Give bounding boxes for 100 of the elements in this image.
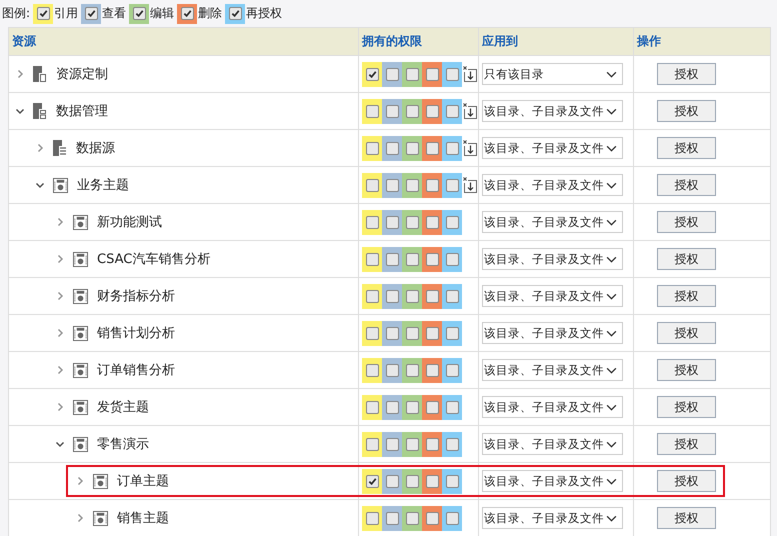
apply-down-icon[interactable] xyxy=(463,177,477,193)
caret-icon[interactable] xyxy=(606,366,617,374)
permission-checkbox[interactable] xyxy=(406,400,418,414)
permission-checkbox[interactable] xyxy=(366,216,378,228)
grant-button[interactable]: 授权 xyxy=(657,470,716,492)
permission-checkbox[interactable] xyxy=(406,142,418,154)
permission-checkbox[interactable] xyxy=(446,400,458,414)
grant-button[interactable]: 授权 xyxy=(657,396,716,418)
permission-checkbox[interactable] xyxy=(386,290,398,302)
permission-checkbox[interactable] xyxy=(366,290,378,302)
caret-icon[interactable] xyxy=(606,144,617,152)
caret-icon[interactable] xyxy=(606,292,617,300)
permission-checkbox[interactable] xyxy=(426,400,438,414)
permission-checkbox[interactable] xyxy=(426,438,438,450)
permission-checkbox[interactable] xyxy=(406,364,418,376)
apply-to-dropdown[interactable]: 该目录、子目录及文件 xyxy=(482,100,623,122)
permission-checkbox[interactable] xyxy=(426,474,438,488)
apply-to-dropdown[interactable]: 该目录、子目录及文件 xyxy=(482,174,623,196)
permission-checkbox[interactable] xyxy=(426,364,438,376)
permission-checkbox[interactable] xyxy=(366,142,378,154)
chevron-icon[interactable] xyxy=(35,180,45,190)
permission-checkbox[interactable] xyxy=(426,142,438,154)
permission-checkbox[interactable] xyxy=(406,178,418,192)
chevron-icon[interactable] xyxy=(15,106,25,116)
permission-checkbox[interactable] xyxy=(366,68,378,80)
permission-checkbox[interactable] xyxy=(366,400,378,414)
permission-checkbox[interactable] xyxy=(406,68,418,80)
permission-checkbox[interactable] xyxy=(446,326,458,340)
caret-icon[interactable] xyxy=(606,182,617,188)
permission-checkbox[interactable] xyxy=(406,326,418,340)
permission-checkbox[interactable] xyxy=(366,438,378,450)
permission-checkbox[interactable] xyxy=(426,326,438,340)
permission-checkbox[interactable] xyxy=(406,252,418,266)
grant-button[interactable]: 授权 xyxy=(657,285,716,307)
caret-icon[interactable] xyxy=(606,218,617,226)
permission-checkbox[interactable] xyxy=(386,178,398,192)
grant-button[interactable]: 授权 xyxy=(657,507,716,529)
caret-icon[interactable] xyxy=(606,514,617,522)
permission-checkbox[interactable] xyxy=(386,512,398,524)
apply-to-dropdown[interactable]: 该目录、子目录及文件 xyxy=(482,285,623,307)
apply-to-dropdown[interactable]: 该目录、子目录及文件 xyxy=(482,322,623,344)
apply-to-dropdown[interactable]: 该目录、子目录及文件 xyxy=(482,433,623,455)
permission-checkbox[interactable] xyxy=(366,326,378,340)
permission-checkbox[interactable] xyxy=(366,104,378,118)
permission-checkbox[interactable] xyxy=(386,104,398,118)
permission-checkbox[interactable] xyxy=(426,104,438,118)
permission-checkbox[interactable] xyxy=(366,512,378,524)
apply-to-dropdown[interactable]: 该目录、子目录及文件 xyxy=(482,248,623,270)
permission-checkbox[interactable] xyxy=(406,474,418,488)
permission-checkbox[interactable] xyxy=(426,290,438,302)
permission-checkbox[interactable] xyxy=(446,438,458,450)
permission-checkbox[interactable] xyxy=(426,178,438,192)
permission-checkbox[interactable] xyxy=(426,216,438,228)
permission-checkbox[interactable] xyxy=(366,252,378,266)
grant-button[interactable]: 授权 xyxy=(657,63,716,85)
permission-checkbox[interactable] xyxy=(406,512,418,524)
permission-checkbox[interactable] xyxy=(446,104,458,118)
apply-to-dropdown[interactable]: 该目录、子目录及文件 xyxy=(482,507,623,529)
apply-to-dropdown[interactable]: 该目录、子目录及文件 xyxy=(482,211,623,233)
grant-button[interactable]: 授权 xyxy=(657,174,716,196)
permission-checkbox[interactable] xyxy=(426,68,438,80)
permission-checkbox[interactable] xyxy=(446,512,458,524)
grant-button[interactable]: 授权 xyxy=(657,359,716,381)
permission-checkbox[interactable] xyxy=(446,216,458,228)
caret-icon[interactable] xyxy=(606,404,617,410)
caret-icon[interactable] xyxy=(606,440,617,448)
permission-checkbox[interactable] xyxy=(446,68,458,80)
apply-down-icon[interactable] xyxy=(463,66,477,82)
permission-checkbox[interactable] xyxy=(426,512,438,524)
permission-checkbox[interactable] xyxy=(386,68,398,80)
permission-checkbox[interactable] xyxy=(386,438,398,450)
apply-down-icon[interactable] xyxy=(463,140,477,156)
caret-icon[interactable] xyxy=(606,108,617,114)
caret-icon[interactable] xyxy=(606,70,617,78)
apply-to-dropdown[interactable]: 该目录、子目录及文件 xyxy=(482,359,623,381)
permission-checkbox[interactable] xyxy=(446,252,458,266)
permission-checkbox[interactable] xyxy=(386,216,398,228)
permission-checkbox[interactable] xyxy=(406,438,418,450)
permission-checkbox[interactable] xyxy=(366,178,378,192)
permission-checkbox[interactable] xyxy=(406,290,418,302)
apply-to-dropdown[interactable]: 该目录、子目录及文件 xyxy=(482,137,623,159)
permission-checkbox[interactable] xyxy=(386,326,398,340)
apply-to-dropdown[interactable]: 只有该目录 xyxy=(482,63,623,85)
chevron-icon[interactable] xyxy=(55,439,65,449)
apply-down-icon[interactable] xyxy=(463,103,477,119)
grant-button[interactable]: 授权 xyxy=(657,433,716,455)
caret-icon[interactable] xyxy=(606,478,617,484)
permission-checkbox[interactable] xyxy=(446,142,458,154)
permission-checkbox[interactable] xyxy=(446,178,458,192)
permission-checkbox[interactable] xyxy=(426,252,438,266)
permission-checkbox[interactable] xyxy=(386,142,398,154)
permission-checkbox[interactable] xyxy=(446,290,458,302)
apply-to-dropdown[interactable]: 该目录、子目录及文件 xyxy=(482,396,623,418)
grant-button[interactable]: 授权 xyxy=(657,100,716,122)
permission-checkbox[interactable] xyxy=(386,474,398,488)
permission-checkbox[interactable] xyxy=(446,364,458,376)
permission-checkbox[interactable] xyxy=(386,364,398,376)
permission-checkbox[interactable] xyxy=(386,252,398,266)
caret-icon[interactable] xyxy=(606,256,617,262)
permission-checkbox[interactable] xyxy=(386,400,398,414)
